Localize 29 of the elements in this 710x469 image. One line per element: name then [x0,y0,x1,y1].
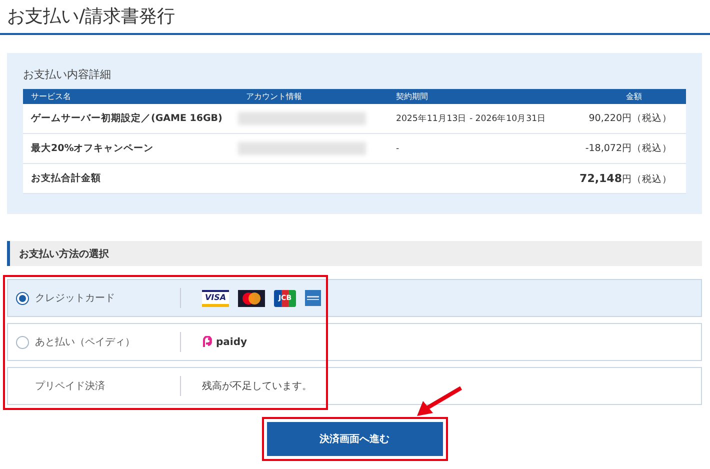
card-icon [305,290,321,306]
visa-card-icon: VISA [202,290,229,306]
table-cell-text: - [395,144,400,154]
total-amount: 72,148円（税込） [578,172,673,186]
page-title: お支払い/請求書発行 [0,0,710,35]
option-note: 残高が不足しています。 [202,380,312,393]
table-cell-text: 2025年11月13日 - 2026年10月31日 [395,112,548,124]
payment-option[interactable]: あと払い（ペイディ） paidy [7,323,702,361]
submit-button[interactable]: 決済画面へ進む [266,422,442,456]
table-cell-text: 90,220円（税込） [588,112,673,125]
section-heading: お支払い方法の選択 [7,241,702,266]
radio-button[interactable] [16,292,29,304]
column-header: サービス名 [30,91,72,102]
column-header: 金額 [625,91,643,102]
option-label: あと払い（ペイディ） [35,336,135,349]
table-cell-text: 最大20%オフキャンペーン [30,142,155,155]
table-cell-text: ゲームサーバー初期設定／(GAME 16GB) [30,112,224,125]
panel-heading: お支払い内容詳細 [23,67,112,82]
column-header: アカウント情報 [245,91,303,102]
logo-icon [202,336,213,348]
mastercard-icon [238,290,265,306]
radio-button[interactable] [16,336,29,348]
table-cell-text: -18,072円（税込） [584,142,673,155]
column-header: 契約期間 [395,91,429,102]
payment-option[interactable]: プリペイド決済 残高が不足しています。 [7,367,702,405]
option-label: クレジットカード [35,292,115,305]
total-label: お支払合計金額 [30,172,102,185]
option-label: プリペイド決済 [34,380,105,393]
paidy-logo: paidy [202,336,248,348]
